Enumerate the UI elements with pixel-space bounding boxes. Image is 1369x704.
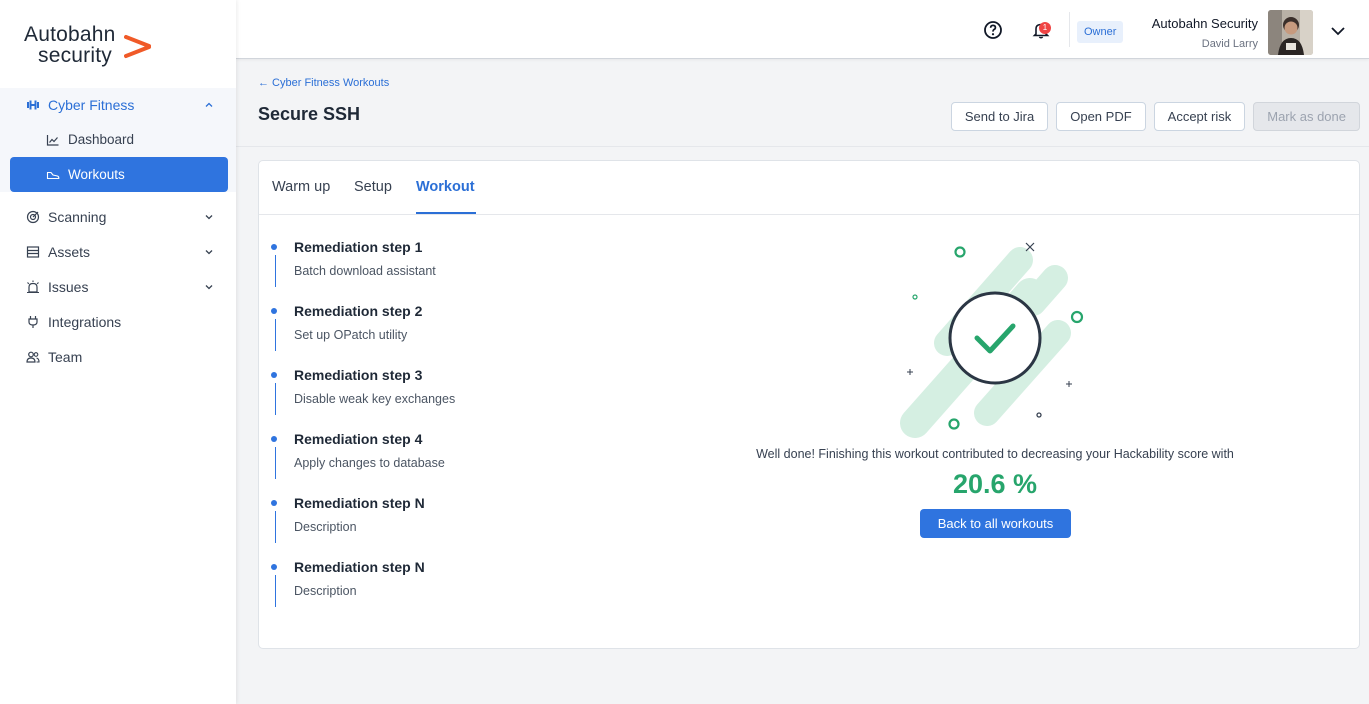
logo-arrow-icon [123, 35, 151, 58]
notification-badge: 1 [1039, 22, 1051, 34]
step-dot [271, 372, 277, 378]
step-title: Remediation step 2 [294, 303, 423, 319]
sidebar-item-team[interactable]: Team [0, 339, 236, 374]
sidebar-item-label: Dashboard [68, 132, 135, 147]
logo-line-2: security [38, 44, 112, 67]
chevron-down-icon [204, 247, 214, 257]
step-line [275, 447, 276, 479]
send-to-jira-button[interactable]: Send to Jira [950, 102, 1049, 131]
sidebar-item-workouts[interactable]: Workouts [10, 157, 228, 192]
workout-tabs: Warm up Setup Workout [259, 161, 1359, 215]
alarm-icon [26, 280, 40, 294]
list-item[interactable]: Remediation step 4 Apply changes to data… [271, 431, 571, 495]
plug-icon [26, 315, 40, 329]
sidebar-item-dashboard[interactable]: Dashboard [10, 122, 228, 157]
chevron-up-icon [204, 100, 214, 110]
dumbbell-icon [26, 98, 40, 112]
step-dot [271, 436, 277, 442]
sidebar-item-label: Assets [48, 243, 91, 260]
role-badge: Owner [1077, 21, 1124, 43]
sidebar-item-assets[interactable]: Assets [0, 234, 236, 269]
success-checkmark-icon [900, 242, 1084, 438]
chevron-down-icon [204, 212, 214, 222]
back-to-all-workouts-button[interactable]: Back to all workouts [920, 509, 1071, 538]
page-actions: Send to Jira Open PDF Accept risk Mark a… [950, 102, 1360, 131]
logo-line-1: Autobahn [24, 23, 116, 46]
sneaker-icon [46, 168, 60, 182]
tab-workout[interactable]: Workout [416, 179, 475, 195]
sidebar-item-label: Workouts [68, 167, 125, 182]
chart-line-icon [46, 133, 60, 147]
sidebar-item-label: Cyber Fitness [48, 97, 135, 113]
completion-message: Well done! Finishing this workout contri… [756, 447, 1234, 461]
step-line [275, 575, 276, 607]
tab-setup[interactable]: Setup [354, 179, 392, 195]
sidebar-item-issues[interactable]: Issues [0, 269, 236, 304]
step-line [275, 319, 276, 351]
open-pdf-button[interactable]: Open PDF [1056, 102, 1146, 131]
sidebar-item-label: Scanning [48, 208, 107, 225]
workout-card: Warm up Setup Workout Remediation step 1… [258, 160, 1360, 649]
server-icon [26, 245, 40, 259]
page-divider [236, 146, 1369, 147]
logo-text: Autobahn security [24, 24, 116, 66]
autobahn-logo[interactable]: Autobahn security [24, 24, 152, 66]
top-header: 1 Owner Autobahn Security David Larry [236, 0, 1369, 59]
step-description: Disable weak key exchanges [294, 392, 456, 406]
step-description: Description [294, 520, 357, 534]
hackability-score: 20.6 % [952, 469, 1038, 499]
step-dot [271, 500, 277, 506]
radar-icon [26, 210, 40, 224]
step-description: Apply changes to database [294, 456, 445, 470]
page-title: Secure SSH [258, 104, 361, 124]
step-dot [271, 564, 277, 570]
tab-warm-up[interactable]: Warm up [272, 179, 330, 195]
step-line [275, 255, 276, 287]
list-item[interactable]: Remediation step N Description [271, 559, 571, 623]
sidebar-item-label: Integrations [48, 313, 122, 330]
step-description: Description [294, 584, 357, 598]
accept-risk-button[interactable]: Accept risk [1153, 102, 1246, 131]
sidebar-item-integrations[interactable]: Integrations [0, 304, 236, 339]
step-title: Remediation step 3 [294, 367, 423, 383]
step-line [275, 383, 276, 415]
chevron-down-icon[interactable] [1330, 24, 1346, 36]
remediation-steps: Remediation step 1 Batch download assist… [271, 239, 571, 623]
step-title: Remediation step 1 [294, 239, 423, 255]
cyber-fitness-subnav: Dashboard Workouts [0, 122, 236, 192]
header-divider [1069, 12, 1070, 47]
step-line [275, 511, 276, 543]
sidebar-item-scanning[interactable]: Scanning [0, 199, 236, 234]
step-title: Remediation step N [294, 559, 425, 575]
sidebar-nav: Cyber Fitness Dashboard Workouts Scannin… [0, 88, 236, 374]
org-name: Autobahn Security [1151, 16, 1258, 31]
list-item[interactable]: Remediation step N Description [271, 495, 571, 559]
step-title: Remediation step N [294, 495, 425, 511]
back-link[interactable]: ← Cyber Fitness Workouts [258, 77, 389, 89]
step-dot [271, 244, 277, 250]
active-tab-indicator [416, 212, 476, 214]
list-item[interactable]: Remediation step 2 Set up OPatch utility [271, 303, 571, 367]
sidebar: Autobahn security Cyber Fitness Dashboar… [0, 0, 236, 704]
chevron-down-icon [204, 282, 214, 292]
step-title: Remediation step 4 [294, 431, 423, 447]
mark-as-done-button[interactable]: Mark as done [1253, 102, 1360, 131]
list-item[interactable]: Remediation step 1 Batch download assist… [271, 239, 571, 303]
sidebar-item-label: Team [48, 348, 83, 365]
sidebar-item-cyber-fitness[interactable]: Cyber Fitness [0, 88, 236, 122]
step-description: Batch download assistant [294, 264, 436, 278]
list-item[interactable]: Remediation step 3 Disable weak key exch… [271, 367, 571, 431]
step-description: Set up OPatch utility [294, 328, 408, 342]
step-dot [271, 308, 277, 314]
help-icon[interactable] [983, 20, 1003, 40]
avatar[interactable] [1268, 10, 1313, 55]
user-name: David Larry [1201, 38, 1258, 50]
users-icon [26, 350, 40, 364]
sidebar-item-label: Issues [48, 278, 89, 295]
